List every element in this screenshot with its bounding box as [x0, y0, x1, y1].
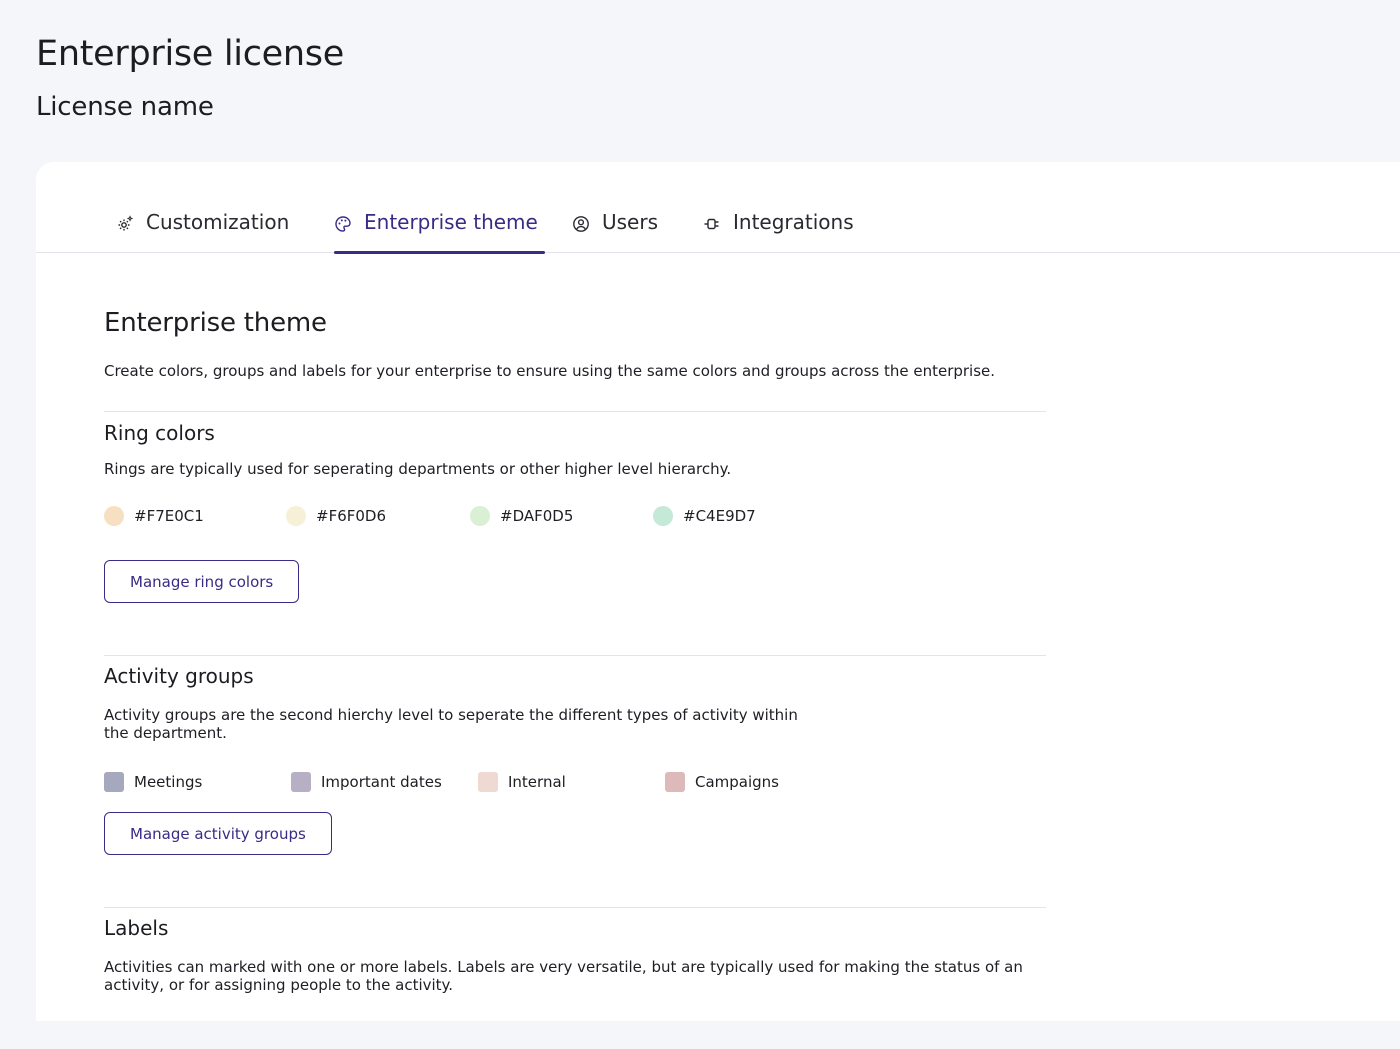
divider [104, 411, 1046, 412]
color-hex-label: #DAF0D5 [500, 507, 574, 525]
settings-card: Customization Enterprise theme Users Int… [36, 162, 1400, 1021]
activity-groups-title: Activity groups [104, 664, 254, 688]
color-swatch [478, 772, 498, 792]
ring-color-item[interactable]: #F6F0D6 [286, 506, 386, 526]
ring-colors-title: Ring colors [104, 421, 215, 445]
color-swatch [286, 506, 306, 526]
tab-enterprise-theme[interactable]: Enterprise theme [334, 210, 545, 254]
tab-customization[interactable]: Customization [116, 210, 289, 253]
ring-color-item[interactable]: #C4E9D7 [653, 506, 756, 526]
user-circle-icon [573, 216, 589, 232]
gear-sparkle-icon [118, 215, 134, 231]
color-swatch [104, 506, 124, 526]
tab-bar: Customization Enterprise theme Users Int… [36, 162, 1400, 254]
divider [104, 907, 1046, 908]
activity-groups-description: Activity groups are the second hierchy l… [104, 706, 798, 742]
palette-icon [335, 216, 351, 232]
activity-group-item[interactable]: Campaigns [665, 772, 779, 792]
ring-color-list: #F7E0C1 #F6F0D6 #DAF0D5 #C4E9D7 [104, 506, 1004, 528]
section-description: Create colors, groups and labels for you… [104, 362, 996, 380]
page-title: Enterprise license [36, 34, 344, 74]
color-swatch [653, 506, 673, 526]
tab-label: Enterprise theme [364, 210, 538, 234]
activity-group-list: Meetings Important dates Internal Campai… [104, 772, 1004, 794]
tab-label: Users [602, 210, 659, 234]
color-hex-label: #C4E9D7 [683, 507, 756, 525]
color-swatch [665, 772, 685, 792]
tab-label: Customization [146, 210, 290, 234]
color-swatch [470, 506, 490, 526]
color-swatch [104, 772, 124, 792]
ring-color-item[interactable]: #DAF0D5 [470, 506, 573, 526]
ring-colors-description: Rings are typically used for seperating … [104, 460, 732, 478]
activity-group-label: Important dates [321, 773, 442, 791]
color-hex-label: #F6F0D6 [316, 507, 387, 525]
activity-group-item[interactable]: Internal [478, 772, 566, 792]
tab-integrations[interactable]: Integrations [703, 210, 854, 253]
tab-users[interactable]: Users [572, 210, 658, 253]
manage-ring-colors-button[interactable]: Manage ring colors [104, 560, 300, 603]
activity-group-label: Campaigns [695, 773, 780, 791]
license-name: License name [36, 92, 214, 122]
activity-group-label: Meetings [134, 773, 203, 791]
plug-icon [704, 218, 719, 230]
color-swatch [291, 772, 311, 792]
ring-color-item[interactable]: #F7E0C1 [104, 506, 204, 526]
labels-description: Activities can marked with one or more l… [104, 958, 1023, 994]
tab-label: Integrations [733, 210, 854, 234]
activity-group-label: Internal [508, 773, 566, 791]
labels-title: Labels [104, 916, 169, 940]
activity-group-item[interactable]: Meetings [104, 772, 202, 792]
activity-group-item[interactable]: Important dates [291, 772, 442, 792]
color-hex-label: #F7E0C1 [134, 507, 204, 525]
divider [104, 655, 1046, 656]
section-title: Enterprise theme [104, 308, 327, 338]
manage-activity-groups-button[interactable]: Manage activity groups [104, 812, 332, 855]
